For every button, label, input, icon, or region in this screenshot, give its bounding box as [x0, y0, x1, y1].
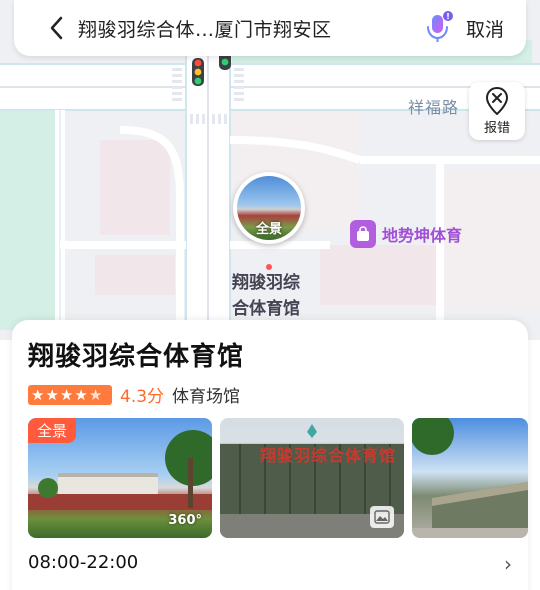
shopping-bag-icon	[350, 220, 376, 248]
search-bar: 翔骏羽综合体…厦门市翔安区 取消	[14, 0, 526, 56]
opening-hours[interactable]: 08:00-22:00	[28, 552, 138, 573]
report-error-button[interactable]: 报错	[469, 82, 525, 140]
search-input[interactable]: 翔骏羽综合体…厦门市翔安区	[78, 15, 418, 42]
building-sign-text: 翔骏羽综合体育馆	[260, 446, 397, 465]
map-place-label-line2: 合体育馆	[232, 299, 300, 319]
place-title: 翔骏羽综合体育馆	[28, 342, 245, 372]
panorama-marker-label: 全景	[255, 222, 282, 237]
microphone-icon	[426, 11, 453, 42]
star-icon: ★	[74, 385, 88, 404]
photo-panorama[interactable]: 全景 360°	[28, 418, 212, 538]
voice-button[interactable]	[418, 0, 458, 56]
chevron-left-icon	[50, 16, 63, 40]
photo-exterior[interactable]	[412, 418, 528, 538]
back-button[interactable]	[36, 0, 76, 56]
map-view[interactable]: 翔骏羽综合体…厦门市翔安区 取消 祥福路 报错 全景 翔骏羽综 合体育馆 地势坤…	[0, 0, 540, 340]
report-error-label: 报错	[483, 120, 510, 136]
road-label: 祥福路	[408, 98, 460, 117]
360-icon: 360°	[168, 513, 202, 528]
photo-building[interactable]: 翔骏羽综合体育馆	[220, 418, 404, 538]
gallery-icon	[370, 506, 394, 528]
poi-label: 地势坤体育	[382, 226, 463, 245]
panorama-thumbnail: 全景	[237, 176, 301, 240]
rating-row: ★ ★ ★ ★ ★ 4.3分 体育场馆	[28, 382, 240, 407]
map-place-label-line1: 翔骏羽综	[232, 273, 300, 293]
star-icon: ★	[31, 385, 45, 404]
star-icon: ★	[59, 385, 74, 404]
star-icon: ★	[45, 385, 59, 404]
photo-strip[interactable]: 全景 360° 翔骏羽综合体育馆	[28, 418, 528, 540]
panorama-marker[interactable]: 全景	[233, 172, 305, 244]
photo-exterior-scene	[412, 418, 528, 538]
place-detail-card[interactable]: 翔骏羽综合体育馆 ★ ★ ★ ★ ★ 4.3分 体育场馆 全景 360° 翔骏羽…	[12, 320, 528, 590]
cancel-button[interactable]: 取消	[466, 15, 504, 42]
rating-stars: ★ ★ ★ ★ ★	[28, 384, 112, 405]
poi-marker[interactable]: 地势坤体育	[350, 220, 462, 248]
half-star-icon: ★	[88, 385, 103, 404]
location-error-icon	[485, 86, 509, 115]
place-category: 体育场馆	[172, 387, 241, 407]
chevron-right-icon[interactable]: ›	[504, 552, 512, 576]
panorama-tag: 全景	[28, 418, 77, 443]
map-place-label[interactable]: 翔骏羽综 合体育馆	[232, 270, 322, 322]
rating-score: 4.3分	[120, 387, 165, 407]
